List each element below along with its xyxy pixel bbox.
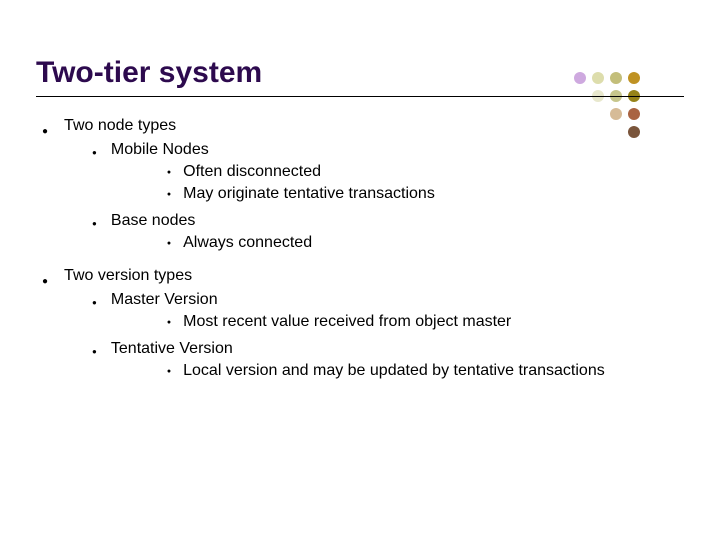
bullet-icon: ● bbox=[92, 298, 97, 334]
list-item: ● May originate tentative transactions bbox=[111, 185, 435, 203]
slide: Two-tier system ● Two node types ● Mobil… bbox=[0, 0, 720, 415]
bullet-icon: ● bbox=[92, 148, 97, 206]
bullet-icon: ● bbox=[167, 191, 171, 203]
list-item: ● Base nodes ● Always connected bbox=[64, 212, 435, 255]
bullet-icon: ● bbox=[42, 276, 48, 387]
bullet-icon: ● bbox=[167, 319, 171, 331]
list-item: ● Two version types ● Master Version ● M… bbox=[42, 267, 684, 387]
title-container: Two-tier system bbox=[36, 56, 684, 97]
bullet-icon: ● bbox=[92, 347, 97, 383]
bullet-icon: ● bbox=[167, 368, 171, 380]
list-item: ● Most recent value received from object… bbox=[111, 313, 511, 331]
bullet-text: Master Version bbox=[111, 291, 511, 309]
bullet-text: Two node types bbox=[64, 117, 435, 135]
bullet-text: Two version types bbox=[64, 267, 605, 285]
list-item: ● Mobile Nodes ● Often disconnected ● bbox=[64, 141, 435, 206]
bullet-text: Base nodes bbox=[111, 212, 312, 230]
list-item: ● Tentative Version ● Local version and … bbox=[64, 340, 605, 383]
bullet-text: May originate tentative transactions bbox=[183, 185, 435, 203]
bullet-text: Most recent value received from object m… bbox=[183, 313, 511, 331]
bullet-text: Local version and may be updated by tent… bbox=[183, 362, 605, 380]
bullet-icon: ● bbox=[92, 219, 97, 255]
bullet-text: Always connected bbox=[183, 234, 312, 252]
list-item: ● Master Version ● Most recent value rec… bbox=[64, 291, 605, 334]
bullet-icon: ● bbox=[167, 169, 171, 181]
bullet-icon: ● bbox=[42, 126, 48, 259]
list-item: ● Local version and may be updated by te… bbox=[111, 362, 605, 380]
bullet-list: ● Two node types ● Mobile Nodes ● Often … bbox=[42, 117, 684, 387]
list-item: ● Always connected bbox=[111, 234, 312, 252]
slide-title: Two-tier system bbox=[36, 56, 684, 90]
bullet-text: Tentative Version bbox=[111, 340, 605, 358]
list-item: ● Two node types ● Mobile Nodes ● Often … bbox=[42, 117, 684, 259]
list-item: ● Often disconnected bbox=[111, 163, 435, 181]
bullet-text: Often disconnected bbox=[183, 163, 321, 181]
bullet-text: Mobile Nodes bbox=[111, 141, 435, 159]
bullet-icon: ● bbox=[167, 240, 171, 252]
